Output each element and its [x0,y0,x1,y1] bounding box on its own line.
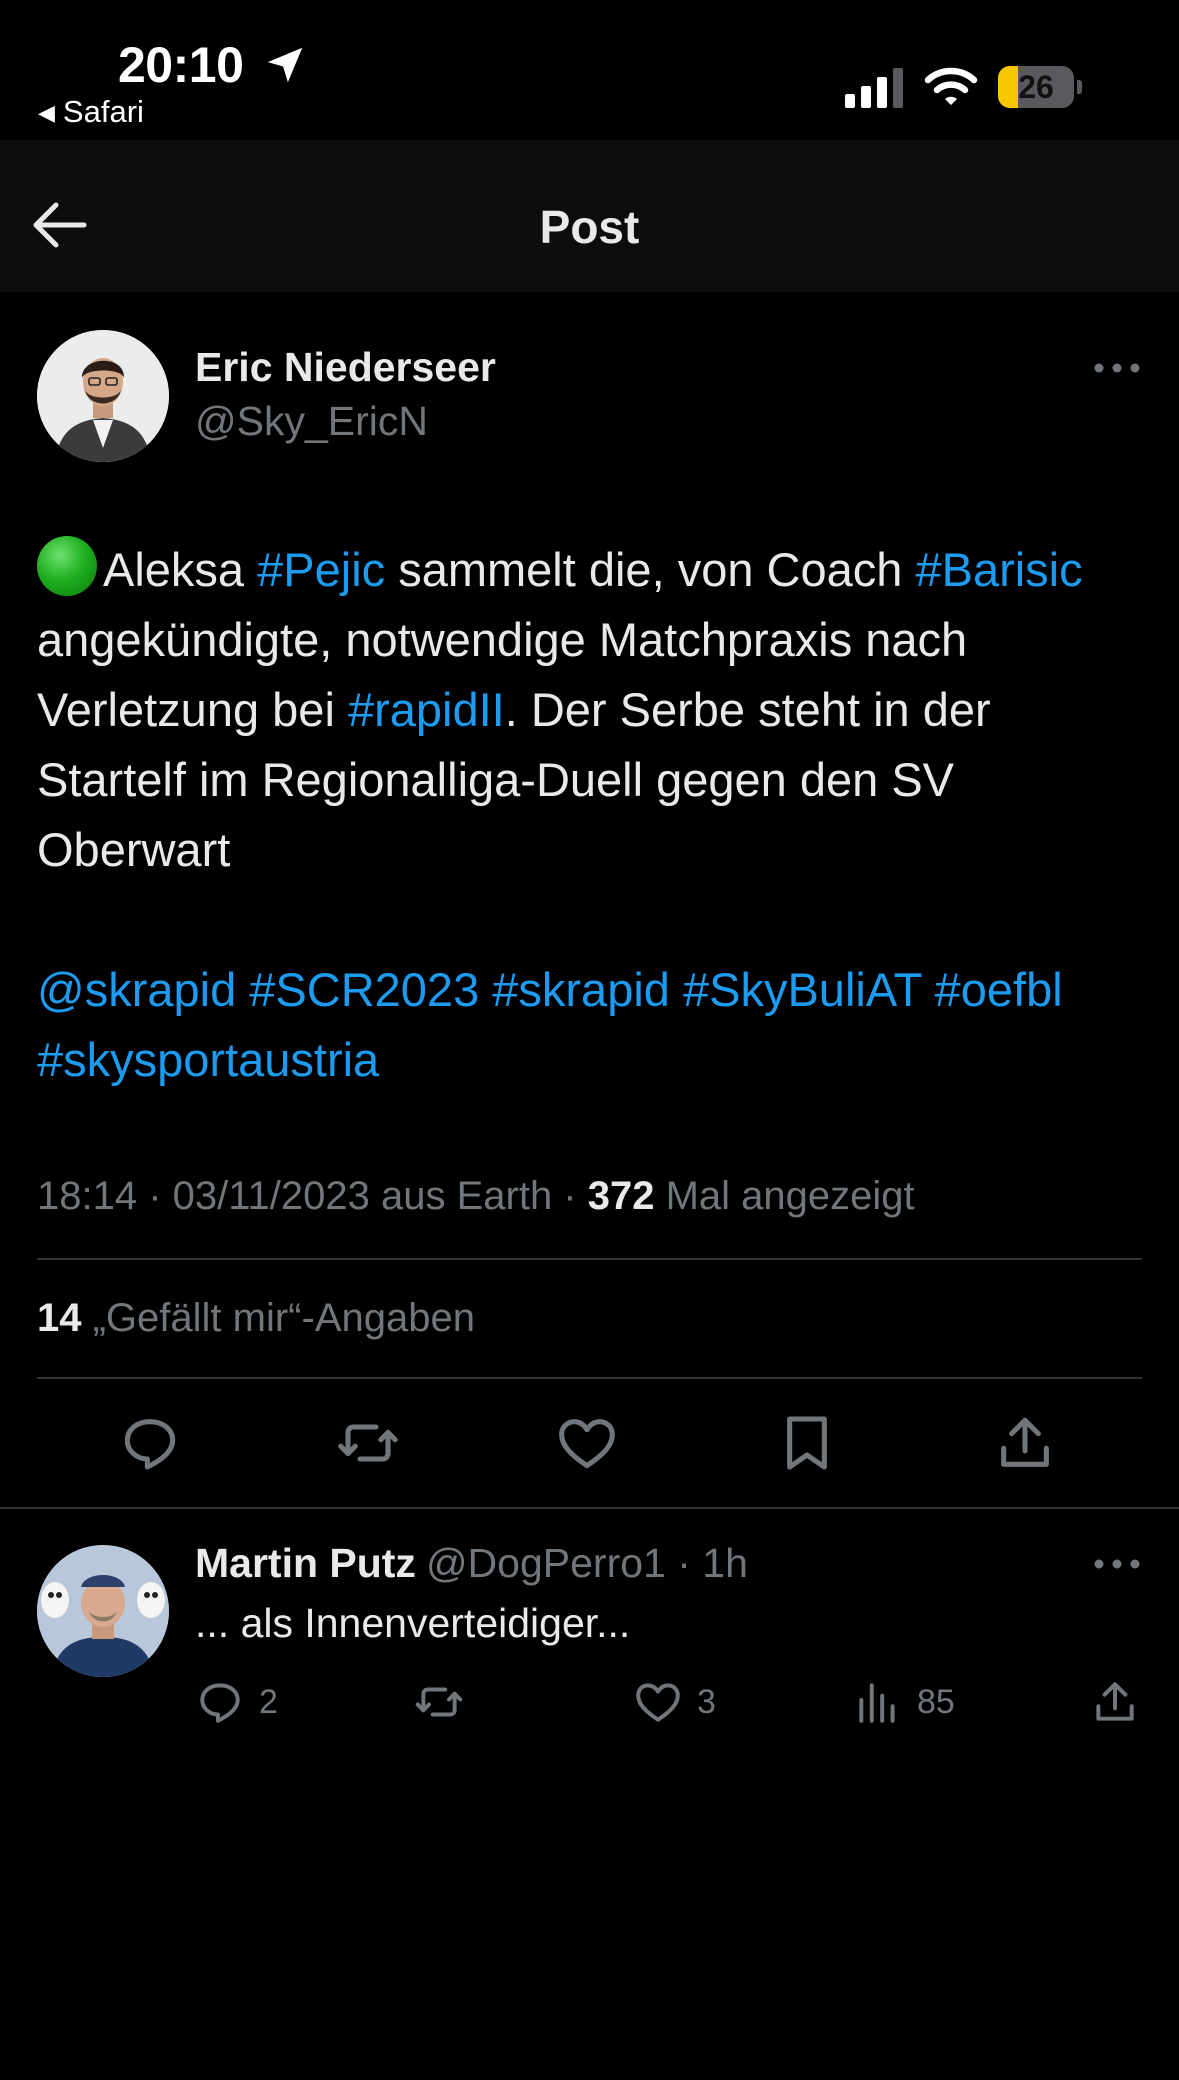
heart-icon [636,1683,680,1722]
like-button[interactable] [555,1411,619,1475]
hashtag-link[interactable]: #rapidII [348,683,505,736]
repost-icon [338,1424,398,1462]
reply-share-button[interactable] [1090,1676,1154,1728]
battery-percentage: 26 [1018,69,1054,105]
share-button[interactable] [993,1411,1057,1475]
divider [37,1377,1142,1379]
likes-label: „Gefällt mir“-Angaben [81,1296,475,1340]
divider [0,1507,1179,1509]
author-avatar[interactable] [37,330,169,462]
location-arrow-icon [267,47,303,83]
divider [37,1258,1142,1260]
repost-button[interactable] [336,1411,400,1475]
back-triangle-icon: ◀ [38,100,55,125]
reply-like-button[interactable]: 3 [633,1676,716,1728]
page-title: Post [539,201,640,253]
author-avatar-image [37,330,169,462]
bookmark-button[interactable] [775,1411,839,1475]
post-text-part: sammelt die, von Coach [385,543,916,596]
reply-avatar-image [37,1545,169,1677]
reply-header: Martin Putz @DogPerro1 · 1h [195,1540,748,1587]
reply-avatar[interactable] [37,1545,169,1677]
like-count: 3 [697,1682,716,1721]
battery-nub [1077,80,1082,94]
share-icon [1096,1682,1134,1721]
post-timestamp: 18:14 · 03/11/2023 aus Earth · [37,1174,588,1218]
post-text-part: Aleksa [103,543,258,596]
speech-bubble-icon [124,1419,176,1470]
green-circle-emoji-icon [37,536,97,596]
views-count: 372 [587,1174,655,1218]
share-icon [1001,1417,1049,1467]
post-meta: 18:14 · 03/11/2023 aus Earth · 372 Mal a… [37,1174,915,1219]
post-body: Aleksa #Pejic sammelt die, von Coach #Ba… [37,535,1147,885]
reply-handle-time[interactable]: @DogPerro1 · 1h [426,1540,748,1586]
status-bar: 20:10 ◀ Safari 26 [0,0,1179,140]
cellular-signal-icon [845,68,903,108]
bar-chart-icon [859,1683,895,1723]
tags-links[interactable]: @skrapid #SCR2023 #skrapid #SkyBuliAT #o… [37,963,1076,1086]
back-to-safari[interactable]: ◀ Safari [38,94,144,130]
reply-views-button[interactable]: 85 [853,1676,955,1728]
reply-repost-button[interactable] [414,1676,478,1728]
status-time: 20:10 [118,37,244,93]
heart-icon [559,1419,615,1469]
reply-count: 2 [259,1682,278,1721]
hashtag-link[interactable]: #Pejic [257,543,385,596]
reply-text: ... als Innenverteidiger... [195,1600,631,1646]
navigation-bar: Post [0,140,1179,292]
battery-body: 26 [998,66,1074,108]
views-label: Mal angezeigt [654,1174,915,1218]
author-handle[interactable]: @Sky_EricN [195,398,428,445]
back-app-label: Safari [62,94,144,129]
hashtag-link[interactable]: #Barisic [915,543,1082,596]
reply-author-name[interactable]: Martin Putz [195,1540,416,1586]
likes-summary[interactable]: 14 „Gefällt mir“-Angaben [37,1296,475,1341]
more-horizontal-icon[interactable] [1093,1557,1141,1571]
speech-bubble-icon [200,1683,240,1723]
post-tags: @skrapid #SCR2023 #skrapid #SkyBuliAT #o… [37,955,1097,1095]
wifi-icon [924,67,978,105]
repost-icon [415,1687,463,1717]
reply-reply-button[interactable]: 2 [195,1676,278,1728]
reply-button[interactable] [118,1411,182,1475]
bookmark-icon [787,1416,827,1470]
author-name[interactable]: Eric Niederseer [195,344,496,391]
more-horizontal-icon[interactable] [1093,361,1141,375]
view-count: 85 [917,1682,955,1721]
likes-count: 14 [37,1296,82,1340]
battery-indicator: 26 [998,66,1084,110]
